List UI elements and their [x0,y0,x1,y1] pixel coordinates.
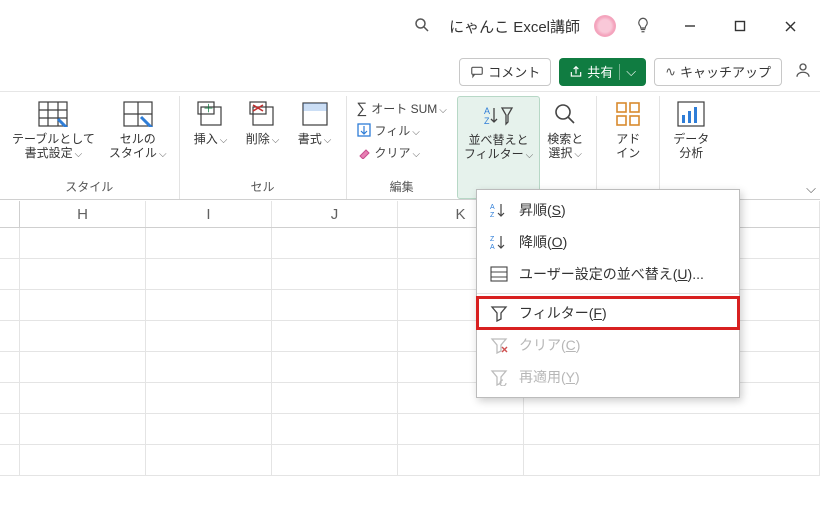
maximize-button[interactable] [718,10,762,42]
reapply-icon [489,367,509,387]
group-editing-label: 編集 [390,178,414,199]
autosum-button[interactable]: ∑オート SUM [357,98,447,118]
find-icon [549,98,581,130]
menu-reapply: 再適用(Y) [477,361,739,393]
group-styles: テーブルとして 書式設定 セルの スタイル スタイル [0,96,180,199]
format-label: 書式 [298,132,332,147]
menu-sort-desc[interactable]: ZA 降順(O) [477,226,739,258]
addins-label: アド イン [616,132,640,161]
action-bar: コメント 共有 ⌵ ∿ キャッチアップ [0,52,820,92]
sort-filter-icon: AZ [483,99,515,131]
ribbon-collapse-icon[interactable]: ⌵ [806,181,816,197]
cell-styles-icon [122,98,154,130]
analysis-label: データ 分析 [673,132,709,161]
app-title: にゃんこ Excel講師 [449,16,580,37]
clear-label: クリア [375,144,421,161]
delete-icon [247,98,279,130]
lightbulb-icon[interactable] [634,16,652,37]
delete-button[interactable]: 削除 [238,96,288,149]
sort-filter-menu: AZ 昇順(S) ZA 降順(O) ユーザー設定の並べ替え(U)... フィルタ… [476,189,740,398]
paw-avatar [594,15,616,37]
col-J[interactable]: J [272,201,398,227]
minimize-button[interactable] [668,10,712,42]
svg-text:A: A [490,244,495,251]
analysis-icon [675,98,707,130]
svg-text:Z: Z [484,116,490,126]
svg-text:Z: Z [490,236,495,243]
insert-icon: ＋ [195,98,227,130]
menu-sort-asc[interactable]: AZ 昇順(S) [477,194,739,226]
comment-button[interactable]: コメント [459,58,551,86]
fill-button[interactable]: フィル [357,120,447,140]
insert-label: 挿入 [194,132,228,147]
group-cells-label: セル [251,178,275,199]
col-H[interactable]: H [20,201,146,227]
catchup-label: キャッチアップ [680,62,771,81]
format-icon [299,98,331,130]
svg-text:Z: Z [490,212,495,219]
find-select-button[interactable]: 検索と 選択 [540,96,590,199]
group-analysis: データ 分析 [660,96,722,199]
menu-clear: クリア(C) [477,329,739,361]
custom-sort-icon [489,264,509,284]
comment-label: コメント [488,62,540,81]
insert-button[interactable]: ＋ 挿入 [186,96,236,149]
cell-styles-label: セルの スタイル [109,132,167,161]
sort-desc-icon: ZA [489,232,509,252]
table-icon [37,98,69,130]
menu-custom-sort[interactable]: ユーザー設定の並べ替え(U)... [477,258,739,290]
sort-asc-icon: AZ [489,200,509,220]
cell-styles-button[interactable]: セルの スタイル [103,96,173,163]
format-as-table-label: テーブルとして 書式設定 [12,132,95,161]
group-styles-label: スタイル [65,178,113,199]
format-button[interactable]: 書式 [290,96,340,149]
group-addins: アド イン [597,96,660,199]
share-label: 共有 [587,62,613,81]
search-icon[interactable] [413,16,431,37]
group-cells: ＋ 挿入 削除 書式 セル [180,96,347,199]
chevron-down-icon: ⌵ [619,64,636,80]
person-icon[interactable] [794,61,810,82]
clear-button[interactable]: クリア [357,142,447,162]
addins-icon [612,98,644,130]
group-editing: ∑オート SUM フィル クリア 編集 AZ 並べ替えと フィルター 検索と 選… [347,96,598,199]
autosum-label: オート SUM [371,100,447,117]
svg-text:＋: ＋ [203,103,214,115]
addins-button[interactable]: アド イン [603,96,653,163]
catchup-button[interactable]: ∿ キャッチアップ [654,58,782,86]
clear-filter-icon [489,335,509,355]
col-I[interactable]: I [146,201,272,227]
find-select-label: 検索と 選択 [547,132,583,161]
close-button[interactable] [768,10,812,42]
data-analysis-button[interactable]: データ 分析 [666,96,716,163]
sort-filter-label: 並べ替えと フィルター [464,133,533,162]
delete-label: 削除 [246,132,280,147]
fill-label: フィル [375,122,420,139]
format-as-table-button[interactable]: テーブルとして 書式設定 [6,96,101,163]
filter-icon [489,303,509,323]
sort-filter-button[interactable]: AZ 並べ替えと フィルター [457,96,540,199]
share-button[interactable]: 共有 ⌵ [559,58,646,86]
svg-text:A: A [484,106,490,116]
menu-filter[interactable]: フィルター(F) [477,297,739,329]
titlebar: にゃんこ Excel講師 [0,0,820,52]
svg-text:A: A [490,204,495,211]
ribbon: テーブルとして 書式設定 セルの スタイル スタイル ＋ 挿入 削除 書 [0,92,820,200]
